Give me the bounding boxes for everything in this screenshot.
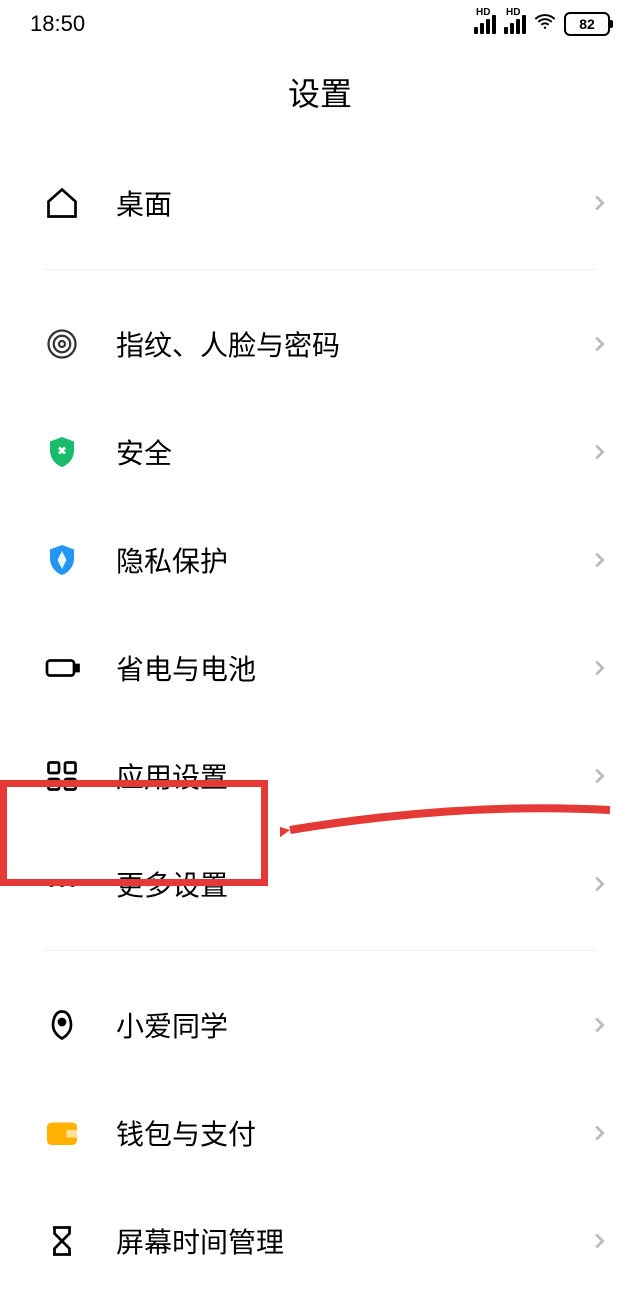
settings-item-apps[interactable]: 应用设置 xyxy=(0,722,640,830)
status-time: 18:50 xyxy=(30,11,85,37)
chevron-right-icon xyxy=(588,441,610,463)
item-label: 桌面 xyxy=(116,183,588,223)
signal-sim1-icon: HD xyxy=(474,15,496,34)
home-icon xyxy=(44,185,80,221)
item-label: 隐私保护 xyxy=(116,540,588,580)
settings-item-ai-assistant[interactable]: 小爱同学 xyxy=(0,971,640,1079)
item-label: 屏幕时间管理 xyxy=(116,1221,588,1261)
divider xyxy=(44,950,596,951)
status-indicators: HD HD 82 xyxy=(474,10,610,38)
ai-assistant-icon xyxy=(44,1007,80,1043)
settings-item-screentime[interactable]: 屏幕时间管理 xyxy=(0,1187,640,1295)
settings-item-battery[interactable]: 省电与电池 xyxy=(0,614,640,722)
settings-item-wallet[interactable]: 钱包与支付 xyxy=(0,1079,640,1187)
hourglass-icon xyxy=(44,1223,80,1259)
chevron-right-icon xyxy=(588,657,610,679)
more-dots-icon xyxy=(44,866,80,902)
battery-icon xyxy=(44,650,80,686)
chevron-right-icon xyxy=(588,1014,610,1036)
page-title: 设置 xyxy=(0,43,640,149)
privacy-shield-icon xyxy=(44,542,80,578)
chevron-right-icon xyxy=(588,549,610,571)
item-label: 钱包与支付 xyxy=(116,1113,588,1153)
item-label: 应用设置 xyxy=(116,756,588,796)
settings-item-more[interactable]: 更多设置 xyxy=(0,830,640,938)
chevron-right-icon xyxy=(588,765,610,787)
status-bar: 18:50 HD HD 82 xyxy=(0,0,640,43)
settings-item-privacy[interactable]: 隐私保护 xyxy=(0,506,640,614)
signal-sim2-icon: HD xyxy=(504,15,526,34)
wifi-icon xyxy=(534,10,556,38)
chevron-right-icon xyxy=(588,333,610,355)
item-label: 更多设置 xyxy=(116,864,588,904)
settings-list: 桌面 指纹、人脸与密码 安全 隐私保护 省电与电池 应用设置 xyxy=(0,149,640,1295)
wallet-icon xyxy=(44,1115,80,1151)
item-label: 安全 xyxy=(116,432,588,472)
item-label: 小爱同学 xyxy=(116,1005,588,1045)
apps-grid-icon xyxy=(44,758,80,794)
battery-icon: 82 xyxy=(564,12,610,36)
chevron-right-icon xyxy=(588,873,610,895)
settings-item-biometric[interactable]: 指纹、人脸与密码 xyxy=(0,290,640,398)
chevron-right-icon xyxy=(588,1122,610,1144)
settings-item-desktop[interactable]: 桌面 xyxy=(0,149,640,257)
chevron-right-icon xyxy=(588,192,610,214)
fingerprint-icon xyxy=(44,326,80,362)
shield-icon xyxy=(44,434,80,470)
divider xyxy=(44,269,596,270)
settings-item-security[interactable]: 安全 xyxy=(0,398,640,506)
chevron-right-icon xyxy=(588,1230,610,1252)
item-label: 指纹、人脸与密码 xyxy=(116,324,588,364)
item-label: 省电与电池 xyxy=(116,648,588,688)
